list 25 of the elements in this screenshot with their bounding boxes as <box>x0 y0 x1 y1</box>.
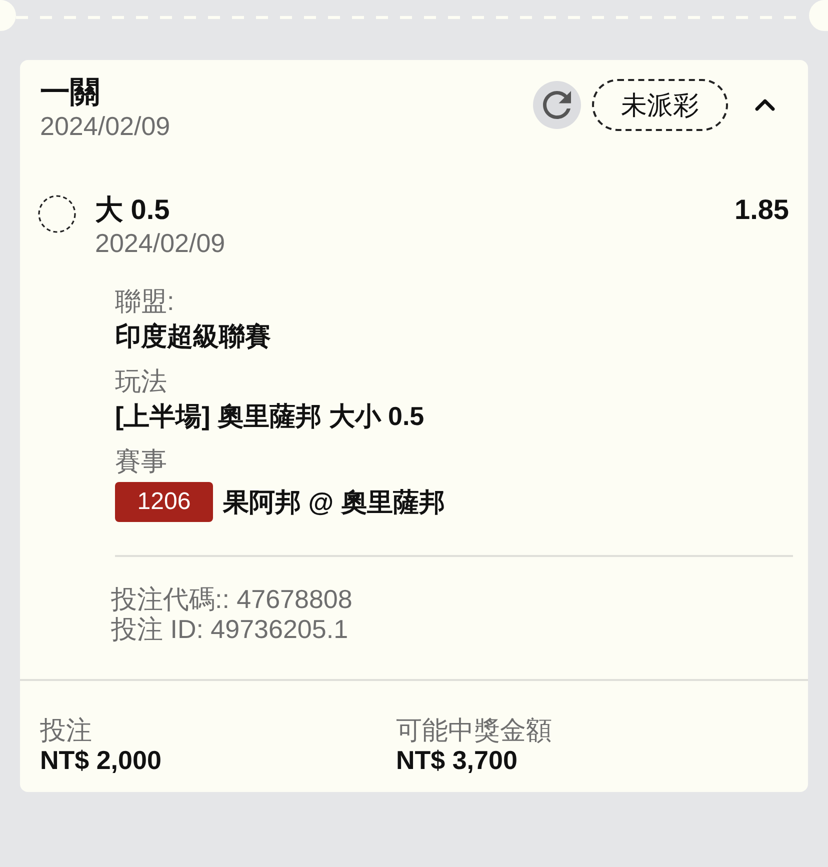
refresh-icon <box>543 91 571 119</box>
bet-reference: 投注 ID: 49736205.1 <box>111 614 348 644</box>
match-number-tag: 1206 <box>115 482 213 522</box>
summary-value: NT$ 3,700 <box>396 745 518 775</box>
bet-reference: 投注代碼:: 47678808 <box>111 584 352 614</box>
summary-value: NT$ 2,000 <box>40 745 162 775</box>
bet-title: 一關 <box>40 76 100 110</box>
ticket-notch <box>0 0 16 31</box>
odds-value: 1.85 <box>734 193 789 227</box>
match-name: 果阿邦 @ 奧里薩邦 <box>223 486 445 519</box>
selection-name: 大 0.5 <box>95 193 170 227</box>
dashed-circle-icon <box>38 195 76 233</box>
detail-label: 玩法 <box>115 365 167 398</box>
refresh-button[interactable] <box>533 81 581 129</box>
summary-label: 投注 <box>40 715 92 745</box>
bet-date: 2024/02/09 <box>40 110 170 142</box>
detail-label: 聯盟: <box>115 285 174 318</box>
detail-value: 印度超級聯賽 <box>115 320 271 353</box>
ticket-notch <box>809 0 828 31</box>
chevron-up-icon <box>755 99 775 111</box>
detail-label: 賽事 <box>115 445 167 478</box>
status-tag: 未派彩 <box>592 79 728 131</box>
selection-date: 2024/02/09 <box>95 227 226 259</box>
summary-label: 可能中獎金額 <box>396 715 552 745</box>
detail-value: [上半場] 奧里薩邦 大小 0.5 <box>115 400 424 433</box>
